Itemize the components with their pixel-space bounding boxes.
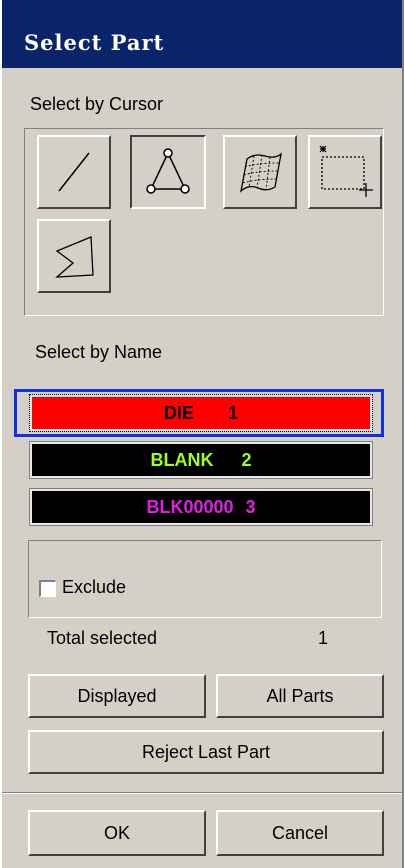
polygon-select-icon <box>55 236 94 278</box>
cancel-button-label: Cancel <box>271 822 329 843</box>
triangle-select-button[interactable] <box>130 135 206 209</box>
ok-button-label: OK <box>103 822 130 843</box>
part-name: BLANK <box>150 449 214 470</box>
window-title: Select Part <box>24 30 165 55</box>
exclude-label: Exclude <box>62 577 127 597</box>
box-select-icon <box>319 145 373 197</box>
box-select-button[interactable] <box>308 135 382 209</box>
part-id: 2 <box>241 449 252 470</box>
reject-last-part-button[interactable]: Reject Last Part <box>28 730 384 774</box>
reject-last-part-label: Reject Last Part <box>141 741 271 762</box>
ok-button[interactable]: OK <box>28 810 206 856</box>
part-item-blk00000[interactable]: BLK00000 3 <box>29 488 373 526</box>
all-parts-button-label: All Parts <box>266 685 334 706</box>
displayed-button[interactable]: Displayed <box>28 674 206 718</box>
line-select-button[interactable] <box>37 135 111 209</box>
part-id: 3 <box>245 496 256 517</box>
cursor-tools-group <box>24 128 384 316</box>
line-select-icon <box>58 152 90 192</box>
displayed-button-label: Displayed <box>77 685 157 706</box>
selection-highlight <box>14 389 384 437</box>
triangle-select-icon <box>146 148 190 194</box>
total-selected-value: 1 <box>318 628 329 648</box>
polygon-select-button[interactable] <box>37 219 111 293</box>
select-by-name-label: Select by Name <box>35 342 163 362</box>
title-bar[interactable]: Select Part <box>2 0 402 68</box>
surface-select-button[interactable] <box>223 135 297 209</box>
footer-divider <box>2 792 402 794</box>
total-selected-label: Total selected <box>47 628 158 648</box>
select-by-cursor-label: Select by Cursor <box>30 94 164 114</box>
exclude-checkbox[interactable] <box>39 580 56 597</box>
select-part-dialog: Select Part Select by Cursor Select by N… <box>0 0 404 868</box>
part-item-blank[interactable]: BLANK 2 <box>29 441 373 479</box>
cancel-button[interactable]: Cancel <box>216 810 384 856</box>
surface-mesh-icon <box>240 152 282 193</box>
part-name: BLK00000 <box>146 496 234 517</box>
all-parts-button[interactable]: All Parts <box>216 674 384 718</box>
